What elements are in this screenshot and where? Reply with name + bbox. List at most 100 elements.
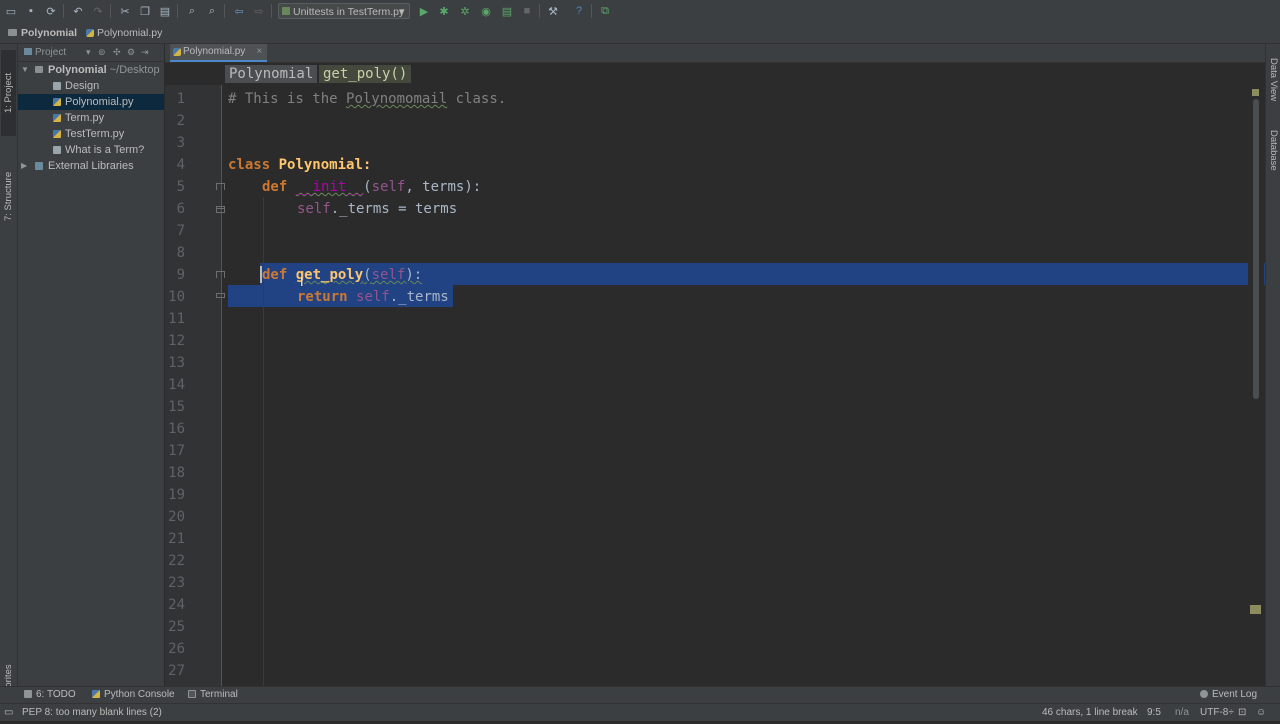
line-number: 18	[168, 465, 185, 481]
line-number: 6	[176, 201, 185, 217]
undo-icon[interactable]: ↶	[71, 4, 85, 18]
toolbar-divider	[224, 4, 225, 18]
tree-external-libraries[interactable]: ▶ External Libraries	[18, 158, 164, 174]
nav-crumb-project[interactable]: Polynomial	[8, 27, 77, 39]
paste-icon[interactable]: ▤	[158, 4, 172, 18]
file-encoding[interactable]: UTF-8÷	[1200, 707, 1234, 718]
self-ref: self	[356, 289, 390, 305]
scroll-thumb[interactable]	[1253, 99, 1259, 399]
folder-icon	[8, 29, 17, 36]
caret-position[interactable]: 9:5	[1147, 707, 1161, 718]
back-icon[interactable]: ⇦	[232, 4, 246, 18]
terminal-tool-tab[interactable]: Terminal	[188, 689, 238, 700]
todo-tool-tab[interactable]: 6: TODO	[24, 689, 76, 700]
line-number: 16	[168, 421, 185, 437]
forward-icon[interactable]: ⇨	[252, 4, 266, 18]
chevron-down-icon: ▼	[398, 7, 406, 16]
stop-icon[interactable]: ■	[520, 4, 534, 18]
copy-icon[interactable]: ❐	[138, 4, 152, 18]
tree-root[interactable]: ▼ Polynomial ~/Desktop	[18, 62, 164, 78]
hide-panel-icon[interactable]: ⇥	[141, 47, 149, 58]
keyword: def	[262, 267, 288, 283]
collapse-all-icon[interactable]: ✣	[113, 47, 121, 58]
database-tool-tab[interactable]: Database	[1266, 120, 1280, 180]
project-panel: Project ▾ ⊚ ✣ ⚙ ⇥ ▼ Polynomial ~/Desktop…	[18, 44, 165, 686]
python-file-icon	[86, 29, 94, 37]
event-log-label: Event Log	[1212, 689, 1258, 700]
find-icon[interactable]: ⌕	[185, 4, 199, 18]
gear-icon[interactable]: ⚙	[127, 47, 135, 58]
code-editor[interactable]: # This is the Polynomomail class. class …	[222, 85, 1280, 686]
plugin-icon[interactable]: ⧉	[598, 4, 612, 18]
tree-item-label: Term.py	[65, 112, 105, 124]
keyword: return	[297, 289, 348, 305]
line-number: 25	[168, 619, 185, 635]
profile-icon[interactable]: ◉	[479, 4, 493, 18]
tab-label: Polynomial.py	[183, 46, 246, 57]
project-tool-tab[interactable]: 1: Project	[1, 50, 16, 136]
punct: :	[362, 157, 372, 173]
cut-icon[interactable]: ✂	[118, 4, 132, 18]
lock-icon[interactable]: ⊡	[1238, 707, 1246, 718]
sync-icon[interactable]: ⟳	[44, 4, 58, 18]
expand-arrow-icon: ▼	[21, 65, 29, 74]
python-file-icon	[53, 114, 61, 122]
toolbar-divider	[63, 4, 64, 18]
coverage-icon[interactable]: ✲	[458, 4, 472, 18]
folder-icon	[35, 66, 43, 73]
root-path: ~/Desktop	[109, 64, 160, 76]
todo-icon	[24, 690, 32, 698]
build-icon[interactable]: ▤	[500, 4, 514, 18]
debug-icon[interactable]: ✱	[437, 4, 451, 18]
project-view-select[interactable]: Project	[24, 47, 66, 58]
status-message: PEP 8: too many blank lines (2)	[22, 707, 162, 718]
text-caret	[260, 266, 262, 283]
event-log-icon	[1200, 690, 1208, 698]
redo-icon[interactable]: ↷	[91, 4, 105, 18]
file-icon	[53, 82, 61, 90]
line-separator[interactable]: n/a	[1175, 707, 1189, 718]
event-log-tool-tab[interactable]: Event Log	[1200, 689, 1257, 700]
tab-polynomial-py[interactable]: Polynomial.py ×	[170, 44, 268, 62]
line-number: 22	[168, 553, 185, 569]
navigation-bar: Polynomial Polynomial.py	[0, 23, 1280, 44]
main-toolbar: ▭ ▪ ⟳ ↶ ↷ ✂ ❐ ▤ ⌕ ⌕ ⇦ ⇨ Unittests in Tes…	[0, 0, 1280, 24]
tree-item-polynomial-py[interactable]: Polynomial.py	[18, 94, 164, 110]
line-number: 27	[168, 663, 185, 679]
run-configuration-select[interactable]: Unittests in TestTerm.py ▼	[278, 3, 410, 19]
help-icon[interactable]: ?	[572, 4, 586, 18]
code-line-4: class Polynomial:	[228, 154, 371, 176]
tree-item-term-py[interactable]: Term.py	[18, 110, 164, 126]
nav-crumb-file[interactable]: Polynomial.py	[86, 27, 162, 39]
chevron-down-icon[interactable]: ▾	[86, 47, 91, 58]
breadcrumb-class[interactable]: Polynomial	[225, 65, 318, 83]
todo-label: 6: TODO	[36, 689, 76, 700]
warning-marker-icon[interactable]	[1250, 605, 1261, 614]
inspection-status-icon[interactable]	[1252, 89, 1259, 96]
inspector-icon[interactable]: ☺	[1256, 707, 1266, 718]
punct: ):	[405, 267, 423, 283]
editor-scrollbar[interactable]	[1248, 85, 1264, 686]
scroll-from-source-icon[interactable]: ⊚	[98, 47, 106, 58]
run-icon[interactable]: ▶	[417, 4, 431, 18]
data-view-tool-tab[interactable]: Data View	[1266, 50, 1280, 110]
close-icon[interactable]: ×	[256, 44, 262, 60]
breadcrumb-method[interactable]: get_poly()	[319, 65, 412, 83]
editor-breadcrumb: Polynomial get_poly()	[165, 63, 1265, 85]
keyword: class	[228, 157, 271, 173]
replace-icon[interactable]: ⌕	[205, 4, 219, 18]
unittest-icon	[282, 7, 290, 15]
settings-icon[interactable]: ⚒	[546, 4, 560, 18]
tree-item-design[interactable]: Design	[18, 78, 164, 94]
tree-item-label: TestTerm.py	[65, 128, 125, 140]
project-view-label: Project	[35, 47, 67, 58]
tree-item-what-is-a-term[interactable]: What is a Term?	[18, 142, 164, 158]
tree-item-label: Polynomial.py	[65, 96, 134, 108]
structure-tool-tab[interactable]: 7: Structure	[1, 156, 16, 236]
python-console-tool-tab[interactable]: Python Console	[92, 689, 175, 700]
tree-item-testterm-py[interactable]: TestTerm.py	[18, 126, 164, 142]
code-line-6: self._terms = terms	[297, 198, 457, 220]
status-toggle-icon[interactable]: ▭	[4, 707, 13, 718]
open-icon[interactable]: ▭	[4, 4, 18, 18]
save-icon[interactable]: ▪	[24, 4, 38, 18]
